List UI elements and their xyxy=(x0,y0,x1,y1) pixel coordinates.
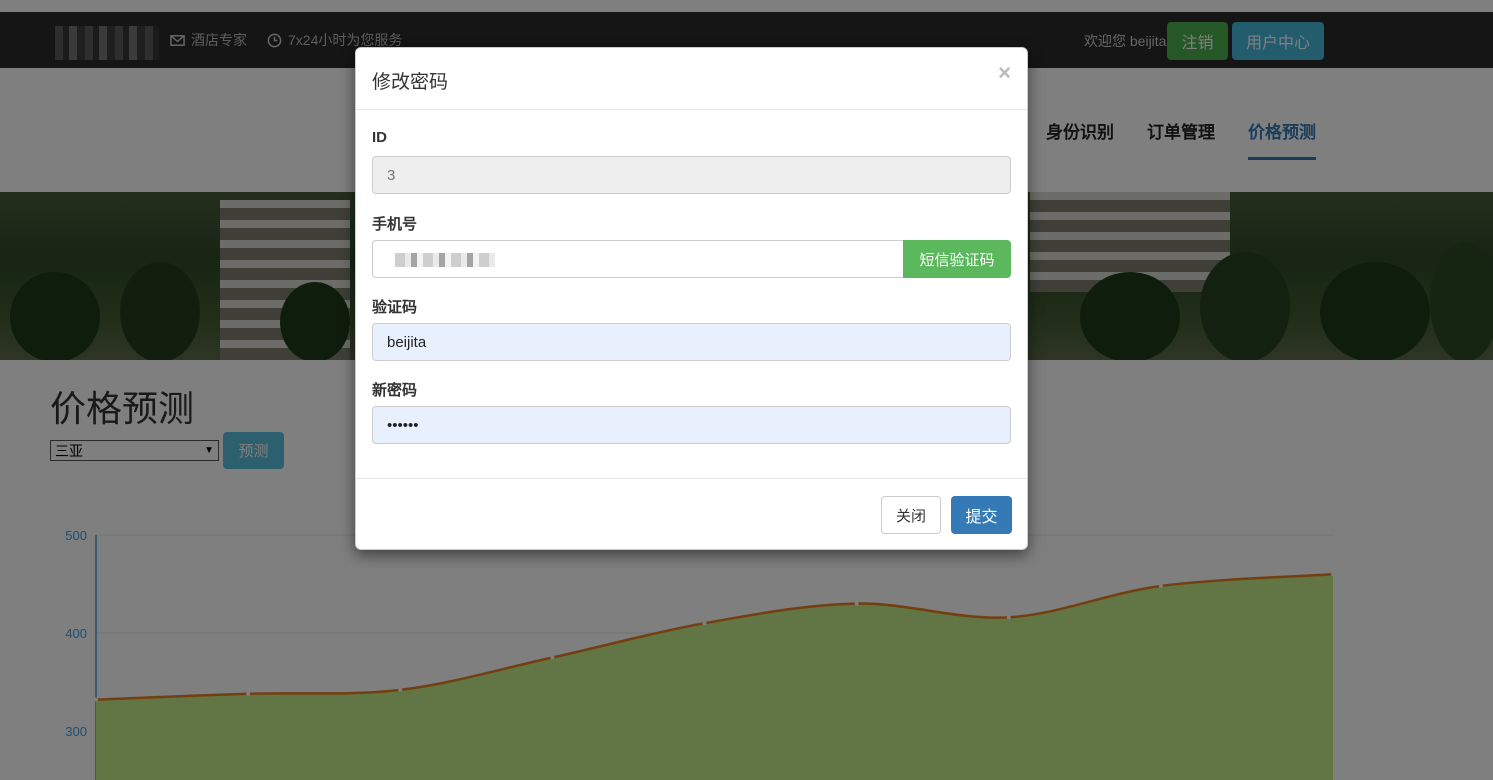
submit-button[interactable]: 提交 xyxy=(951,496,1012,534)
phone-group: 短信验证码 xyxy=(372,240,1011,278)
modal-title: 修改密码 xyxy=(372,72,449,93)
phone-label: 手机号 xyxy=(372,216,418,233)
new-password-label: 新密码 xyxy=(372,382,418,399)
modal-footer: 关闭 提交 xyxy=(356,478,1027,550)
sms-code-button[interactable]: 短信验证码 xyxy=(903,240,1011,278)
new-password-field[interactable]: •••••• xyxy=(372,406,1011,444)
modal-header: 修改密码 × xyxy=(356,48,1027,110)
code-field[interactable]: beijita xyxy=(372,323,1011,361)
phone-value-redacted xyxy=(395,253,495,267)
close-icon[interactable]: × xyxy=(998,60,1011,86)
id-field: 3 xyxy=(372,156,1011,194)
change-password-modal: 修改密码 × ID 3 手机号 短信验证码 验证码 beijita 新密码 ••… xyxy=(355,47,1028,550)
phone-field[interactable] xyxy=(372,240,903,278)
close-button[interactable]: 关闭 xyxy=(881,496,941,534)
id-label: ID xyxy=(372,129,387,146)
code-label: 验证码 xyxy=(372,299,418,316)
